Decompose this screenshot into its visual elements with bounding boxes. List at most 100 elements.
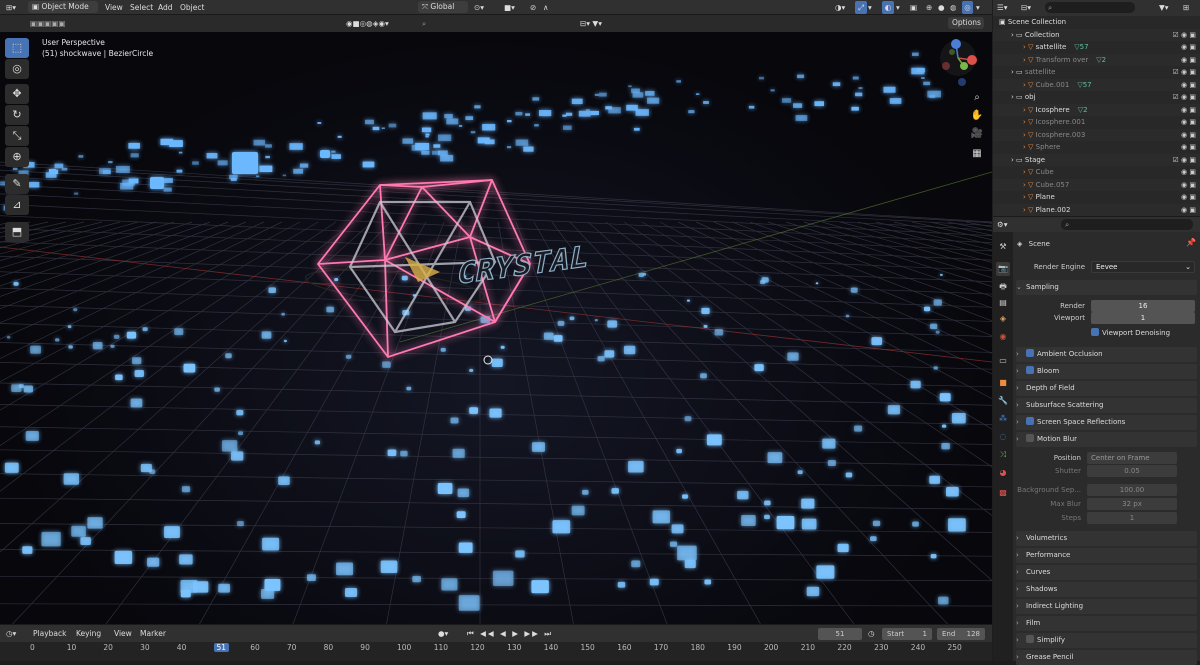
falloff-icon[interactable]: ∧ [543, 1, 549, 14]
annotate-tool-icon[interactable]: ✎ [5, 174, 29, 194]
constraints-tab-icon[interactable]: ⤨ [996, 448, 1010, 462]
overlay-toggle-icon[interactable]: ◐ [882, 1, 894, 14]
panel-curves[interactable]: › Curves [1016, 565, 1197, 580]
tool-tab-icon[interactable]: ⚒ [996, 240, 1010, 254]
position-dropdown[interactable]: Center on Frame [1087, 452, 1177, 464]
output-tab-icon[interactable]: 🖶 [996, 280, 1010, 294]
cursor-tool-icon[interactable]: ◎ [5, 59, 29, 79]
panel-shadows[interactable]: › Shadows [1016, 582, 1197, 597]
texture-tab-icon[interactable]: ▩ [996, 486, 1010, 500]
navigation-gizmo[interactable] [936, 36, 984, 90]
menu-playback[interactable]: Playback [33, 627, 66, 640]
visibility-toggle-icon[interactable]: ☑ ◉ ▣ [1173, 154, 1196, 167]
visibility-toggle-icon[interactable]: ☑ ◉ ▣ [1173, 29, 1196, 42]
outliner-editor-icon[interactable]: ☰▾ [997, 1, 1008, 14]
render-tab-icon[interactable]: 📷 [996, 262, 1010, 276]
panel-performance[interactable]: › Performance [1016, 548, 1197, 563]
panel-ambient-occlusion[interactable]: › Ambient Occlusion [1016, 347, 1197, 362]
max-blur-field[interactable]: 32 px [1087, 498, 1177, 510]
visibility-toggle-icon[interactable]: ◉ ▣ [1181, 104, 1196, 117]
select-box-tool-icon[interactable]: ⬚ [5, 38, 29, 58]
outliner-row[interactable]: › ▭ obj ☑ ◉ ▣ [993, 91, 1200, 104]
rotate-tool-icon[interactable]: ↻ [5, 105, 29, 125]
xray-icon[interactable]: ▣ [910, 1, 917, 14]
panel-motion-blur[interactable]: › Motion Blur [1016, 432, 1197, 447]
steps-field[interactable]: 1 [1087, 512, 1177, 524]
menu-timeline-view[interactable]: View [114, 627, 132, 640]
pan-hand-icon[interactable]: ✋ [969, 108, 985, 124]
outliner-row[interactable]: › ▽ Cube.001 ▽57 ◉ ▣ [993, 78, 1200, 92]
view-layer-tab-icon[interactable]: ▤ [996, 296, 1010, 310]
playback-controls[interactable]: ⏮ ◀◀ ◀ ▶ ▶▶ ⏭ [467, 627, 553, 640]
outliner-row[interactable]: › ▭ Collection ☑ ◉ ▣ [993, 28, 1200, 42]
visibility-toggle-icon[interactable]: ◉ ▣ [1181, 54, 1196, 67]
visibility-toggle-icon[interactable]: ◉ ▣ [1181, 129, 1196, 142]
panel-simplify[interactable]: › Simplify [1016, 633, 1197, 648]
menu-keying[interactable]: Keying [76, 627, 101, 640]
solid-shading-icon[interactable]: ● [938, 1, 945, 14]
outliner-row[interactable]: › ▽ Plane.002 ◉ ▣ [993, 203, 1200, 216]
checkbox-unchecked-icon[interactable] [1026, 434, 1034, 442]
filter-icon[interactable]: ▼▾ [1159, 1, 1169, 14]
3d-viewport[interactable]: CRYSTAL [0, 32, 992, 624]
wireframe-shading-icon[interactable]: ⊕ [926, 1, 932, 14]
render-engine-dropdown[interactable]: Eevee ⌄ [1091, 261, 1195, 273]
modifier-tab-icon[interactable]: 🔧 [996, 394, 1010, 408]
add-cube-tool-icon[interactable]: ⬒ [5, 222, 29, 242]
select-mode-icons[interactable]: ▣▣▣▣▣ [30, 17, 65, 30]
collection-filter-icons[interactable]: ⊟▾ ▼▾ [580, 17, 602, 30]
transform-orientation-dropdown[interactable]: ⤧ Global [418, 1, 468, 13]
gizmo-dropdown-icon[interactable]: ▾ [868, 1, 872, 14]
record-icon[interactable]: ●▾ [438, 627, 448, 640]
snap-icon[interactable]: ■▾ [504, 1, 515, 14]
options-dropdown[interactable]: Options [948, 17, 984, 29]
outliner-row[interactable]: › ▭ Stage ☑ ◉ ▣ [993, 153, 1200, 167]
editor-type-icon[interactable]: ⊞▾ [6, 1, 16, 14]
rendered-shading-icon[interactable]: ◎ [962, 1, 973, 14]
display-mode-icon[interactable]: ⊟▾ [1021, 1, 1031, 14]
mode-dropdown[interactable]: ▣ Object Mode [28, 1, 98, 13]
menu-object[interactable]: Object [180, 1, 204, 14]
pivot-icon[interactable]: ⊙▾ [474, 1, 484, 14]
playhead-frame[interactable]: 51 [213, 643, 230, 652]
visibility-toggle-icon[interactable]: ◉ ▣ [1181, 79, 1196, 92]
current-frame-field[interactable]: 51 [818, 628, 862, 640]
measure-tool-icon[interactable]: ⊿ [5, 195, 29, 215]
panel-volumetrics[interactable]: › Volumetrics [1016, 531, 1197, 546]
panel-screen-space-reflections[interactable]: › Screen Space Reflections [1016, 415, 1197, 430]
viewport-denoising-checkbox[interactable]: Viewport Denoising [1091, 328, 1170, 338]
preview-range-icon[interactable]: ◷ [868, 627, 875, 640]
object-tab-icon[interactable]: ■ [996, 376, 1010, 390]
clock-editor-icon[interactable]: ◷▾ [6, 627, 16, 640]
outliner-row[interactable]: › ▽ Sphere ◉ ▣ [993, 141, 1200, 154]
collection-tab-icon[interactable]: ▭ [996, 354, 1010, 368]
menu-select[interactable]: Select [130, 1, 153, 14]
render-samples-field[interactable]: 16 [1091, 300, 1195, 312]
visibility-toggle-icon[interactable]: ☑ ◉ ▣ [1173, 66, 1196, 79]
outliner-row[interactable]: › ▽ Icosphere.001 ◉ ▣ [993, 116, 1200, 129]
outliner-search-input[interactable] [1045, 2, 1135, 13]
world-tab-icon[interactable]: ◉ [996, 330, 1010, 344]
new-collection-icon[interactable]: ⊞ [1183, 1, 1189, 14]
gizmo-toggle-icon[interactable]: ⤢ [855, 1, 867, 14]
scene-tab-icon[interactable]: ◈ [996, 312, 1010, 326]
outliner-row[interactable]: › ▽ Plane ◉ ▣ [993, 191, 1200, 204]
end-frame-field[interactable]: End 128 [937, 628, 985, 640]
outliner-row[interactable]: › ▽ Icosphere.003 ◉ ▣ [993, 128, 1200, 142]
zoom-icon[interactable]: ⌕ [969, 90, 985, 106]
outliner-row[interactable]: › ▽ Cube ◉ ▣ [993, 166, 1200, 179]
menu-view[interactable]: View [105, 1, 123, 14]
visibility-toggle-icon[interactable]: ◉ ▣ [1181, 166, 1196, 179]
panel-bloom[interactable]: › Bloom [1016, 364, 1197, 379]
particles-tab-icon[interactable]: ⁂ [996, 412, 1010, 426]
start-frame-field[interactable]: Start 1 [882, 628, 932, 640]
visibility-toggle-icon[interactable]: ☑ ◉ ▣ [1173, 91, 1196, 104]
outliner-row[interactable]: › ▽ Transform over ▽2 ◉ ▣ [993, 53, 1200, 67]
shading-dropdown-icon[interactable]: ▾ [976, 1, 980, 14]
camera-view-icon[interactable]: 🎥 [969, 126, 985, 142]
3d-cursor[interactable] [483, 355, 493, 365]
outliner-row[interactable]: ▣ Scene Collection [993, 16, 1200, 29]
visibility-toggle-icon[interactable]: ◉ ▣ [1181, 116, 1196, 129]
ortho-grid-icon[interactable]: ▦ [969, 146, 985, 162]
material-tab-icon[interactable]: ◕ [996, 466, 1010, 480]
